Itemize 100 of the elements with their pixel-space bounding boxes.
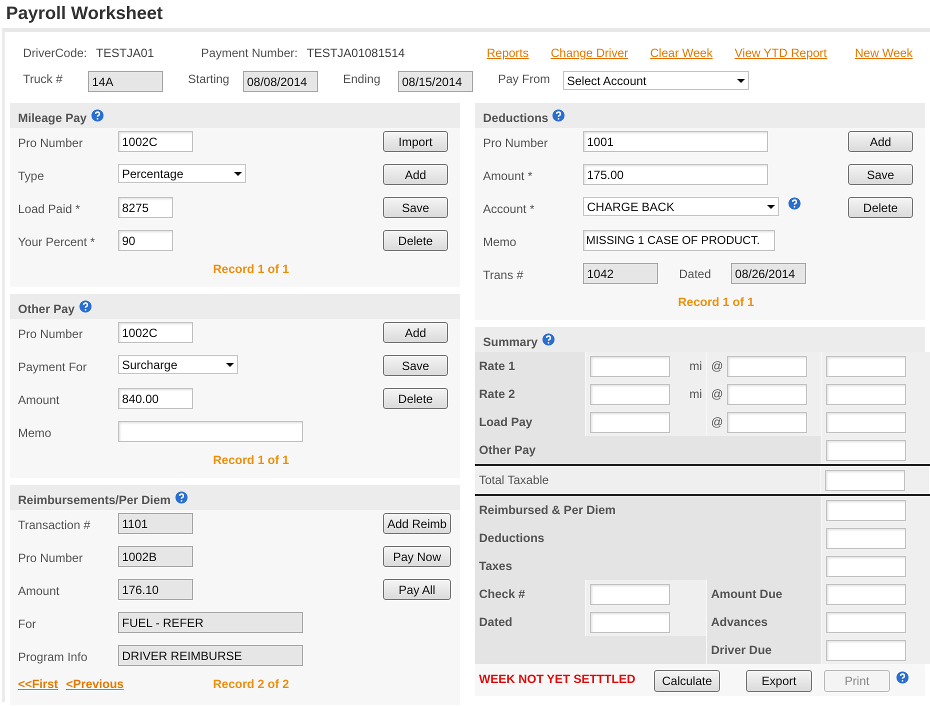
- field-label: Payment For: [18, 359, 88, 376]
- input-field[interactable]: 1101: [118, 513, 193, 534]
- input-field[interactable]: [590, 584, 670, 604]
- help-icon[interactable]: [788, 197, 801, 210]
- input-field[interactable]: [826, 356, 906, 376]
- summary-label: Reimbursed & Per Diem: [479, 502, 616, 519]
- caret-icon: [234, 172, 242, 176]
- input-field[interactable]: 08/15/2014: [398, 71, 473, 92]
- at-sign: @: [711, 358, 724, 375]
- record-counter: Record 2 of 2: [213, 676, 290, 693]
- input-field[interactable]: [826, 584, 906, 604]
- action-button[interactable]: Pay All: [383, 579, 451, 600]
- field-label: For: [18, 616, 37, 633]
- field-label: Pro Number: [483, 135, 549, 152]
- input-field[interactable]: [826, 528, 906, 548]
- input-field[interactable]: [727, 356, 808, 376]
- action-button[interactable]: Add: [848, 131, 913, 152]
- field-label: Amount: [18, 392, 60, 409]
- input-field[interactable]: [826, 556, 906, 576]
- action-button[interactable]: Delete: [383, 388, 448, 409]
- input-field[interactable]: [118, 421, 303, 442]
- input-field[interactable]: 8275: [118, 197, 173, 218]
- input-field[interactable]: 1042: [583, 263, 658, 284]
- summary-label: Dated: [479, 614, 512, 631]
- input-field[interactable]: 08/08/2014: [243, 71, 318, 92]
- field-label: Pro Number: [18, 135, 84, 152]
- at-sign: @: [711, 414, 724, 431]
- summary-label: Advances: [711, 614, 768, 631]
- input-field[interactable]: [826, 412, 906, 432]
- input-field[interactable]: 1002C: [118, 322, 193, 343]
- help-icon[interactable]: [174, 491, 188, 504]
- help-icon[interactable]: [90, 109, 104, 122]
- action-button[interactable]: Export: [746, 670, 812, 692]
- input-field[interactable]: 1001: [583, 131, 768, 152]
- help-icon[interactable]: [896, 671, 909, 684]
- field-value: TESTJA01: [96, 45, 156, 62]
- unit-label: mi: [689, 358, 702, 375]
- input-field[interactable]: 14A: [88, 71, 163, 92]
- input-field[interactable]: 840.00: [118, 388, 193, 409]
- help-icon[interactable]: [552, 109, 566, 122]
- summary-label: Load Pay: [479, 414, 532, 431]
- input-field[interactable]: [590, 356, 670, 376]
- summary-label: Deductions: [479, 530, 544, 547]
- field-label: Truck #: [23, 71, 64, 88]
- help-icon[interactable]: [78, 300, 92, 313]
- record-counter: Record 1 of 1: [213, 261, 290, 278]
- help-icon[interactable]: [542, 333, 555, 346]
- input-field[interactable]: [826, 612, 906, 632]
- dropdown[interactable]: Select Account: [563, 71, 749, 90]
- action-button[interactable]: Add: [383, 322, 448, 343]
- input-field[interactable]: 1002B: [118, 546, 193, 567]
- input-field[interactable]: [590, 384, 670, 404]
- field-label: Starting: [188, 71, 230, 88]
- action-button[interactable]: Add Reimb: [383, 513, 451, 534]
- input-field[interactable]: MISSING 1 CASE OF PRODUCT.: [583, 230, 775, 251]
- input-field[interactable]: [727, 384, 808, 404]
- summary-label: Rate 1: [479, 358, 516, 375]
- field-label: DriverCode:: [23, 45, 88, 62]
- field-label: Ending: [343, 71, 382, 88]
- summary-label: Taxes: [479, 558, 512, 575]
- dropdown[interactable]: Percentage: [118, 164, 246, 183]
- field-label: Transaction #: [18, 517, 92, 534]
- field-label: Load Paid *: [18, 201, 82, 218]
- field-label: Memo: [483, 234, 518, 251]
- action-button[interactable]: Calculate: [654, 670, 720, 692]
- input-field[interactable]: DRIVER REIMBURSE: [118, 645, 303, 666]
- field-label: Payment Number:: [201, 45, 298, 62]
- action-button[interactable]: Delete: [383, 230, 448, 251]
- input-field[interactable]: 90: [118, 230, 173, 251]
- field-label: Memo: [18, 425, 52, 442]
- field-label: Dated: [679, 266, 712, 283]
- input-field[interactable]: [826, 440, 906, 460]
- action-button[interactable]: Add: [383, 164, 448, 185]
- input-field[interactable]: [825, 470, 905, 490]
- dropdown[interactable]: CHARGE BACK: [583, 197, 779, 216]
- input-field[interactable]: [590, 612, 670, 632]
- caret-icon: [737, 78, 745, 82]
- section-title: Deductions: [483, 110, 548, 127]
- input-field[interactable]: 175.00: [583, 164, 768, 185]
- caret-icon: [226, 362, 234, 366]
- input-field[interactable]: [727, 412, 808, 432]
- input-field[interactable]: 176.10: [118, 579, 193, 600]
- input-field[interactable]: [590, 412, 670, 432]
- action-button[interactable]: Pay Now: [383, 546, 451, 567]
- action-button[interactable]: Save: [848, 164, 913, 185]
- input-field[interactable]: [826, 500, 906, 520]
- action-button[interactable]: Save: [383, 355, 448, 376]
- dropdown[interactable]: Surcharge: [118, 355, 238, 374]
- action-button[interactable]: Delete: [848, 197, 913, 218]
- section-title: Summary: [483, 334, 538, 351]
- action-button[interactable]: Import: [383, 131, 448, 152]
- input-field[interactable]: FUEL - REFER: [118, 612, 303, 633]
- summary-label: Amount Due: [711, 586, 782, 603]
- input-field[interactable]: [826, 640, 906, 660]
- action-button[interactable]: Save: [383, 197, 448, 218]
- input-field[interactable]: 08/26/2014: [731, 263, 806, 284]
- input-field[interactable]: [826, 384, 906, 404]
- field-value: TESTJA01081514: [306, 45, 406, 62]
- input-field[interactable]: 1002C: [118, 131, 193, 152]
- field-label: Pay From: [498, 71, 552, 88]
